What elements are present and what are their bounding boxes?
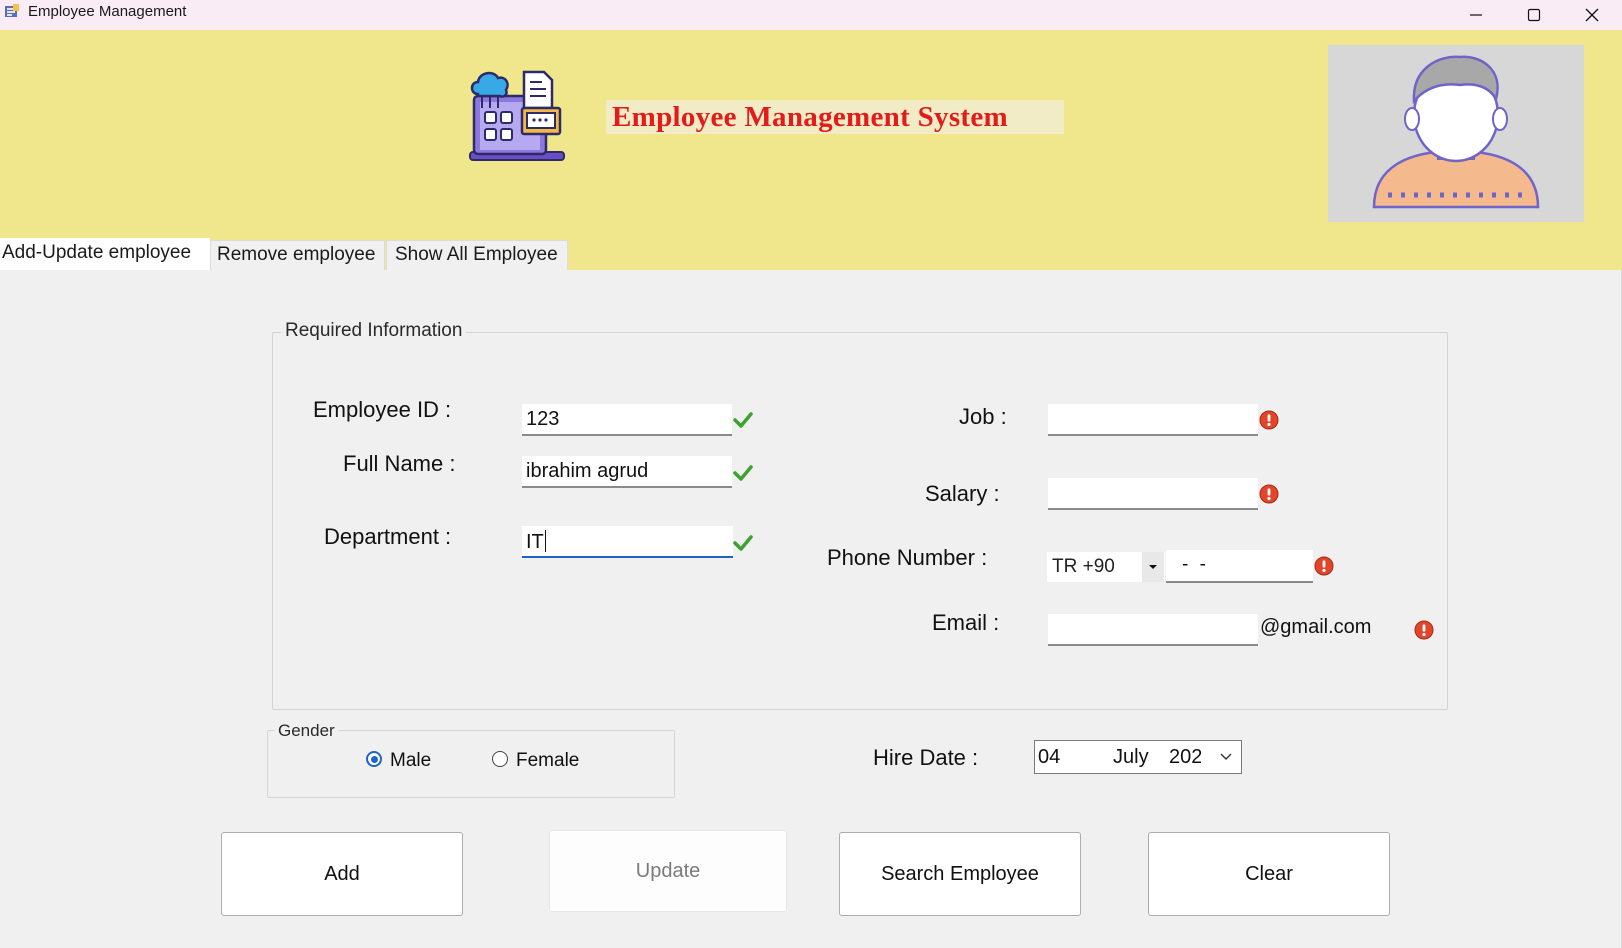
salary-field[interactable]: [1048, 478, 1258, 510]
tab-show-all-employee[interactable]: Show All Employee: [386, 240, 568, 270]
error-icon: [1259, 410, 1279, 430]
app-title-box: Employee Management System: [606, 100, 1064, 134]
minimize-button[interactable]: [1447, 0, 1505, 30]
avatar: [1328, 45, 1584, 222]
close-button[interactable]: [1563, 0, 1621, 30]
hire-date-picker[interactable]: 04 July 202: [1034, 740, 1242, 774]
error-icon: [1414, 620, 1434, 640]
update-button[interactable]: Update: [549, 830, 787, 912]
clear-button[interactable]: Clear: [1148, 832, 1390, 916]
hire-date-year[interactable]: 202: [1169, 746, 1201, 769]
hire-date-day[interactable]: 04: [1038, 746, 1060, 769]
tab-add-update-employee[interactable]: Add-Update employee: [0, 238, 210, 270]
department-value: IT: [526, 531, 544, 553]
hire-date-dropdown-button[interactable]: [1213, 741, 1239, 773]
email-domain-suffix: @gmail.com: [1260, 616, 1372, 638]
window-title: Employee Management: [28, 3, 187, 20]
email-label: Email :: [932, 610, 1000, 635]
email-field[interactable]: [1048, 614, 1258, 646]
app-icon: [5, 4, 19, 17]
maximize-button[interactable]: [1505, 0, 1563, 30]
department-field[interactable]: IT: [522, 526, 733, 558]
job-field[interactable]: [1048, 404, 1258, 436]
gender-male-radio[interactable]: [366, 751, 382, 767]
employee-id-label: Employee ID :: [313, 397, 452, 422]
employee-management-window: Employee Management Employee Management …: [0, 0, 1622, 948]
minimize-icon: [1470, 14, 1482, 16]
hire-date-month[interactable]: July: [1113, 746, 1149, 769]
required-information-legend: Required Information: [281, 320, 467, 342]
app-title: Employee Management System: [612, 101, 1009, 133]
chevron-down-icon: [1220, 753, 1232, 760]
error-icon: [1314, 556, 1334, 576]
text-caret: [544, 530, 546, 552]
caret-down-icon: [1149, 565, 1157, 569]
user-avatar-icon: [1372, 55, 1540, 209]
close-icon: [1585, 8, 1599, 22]
valid-check-icon: [733, 412, 753, 428]
tab-remove-employee[interactable]: Remove employee: [210, 240, 385, 270]
salary-label: Salary :: [925, 481, 1000, 506]
employee-id-value: 123: [526, 408, 560, 430]
department-label: Department :: [324, 524, 452, 549]
tab-content: Required Information Employee ID : 123 F…: [0, 270, 1622, 948]
valid-check-icon: [733, 465, 753, 481]
header-banner: Employee Management System: [0, 30, 1622, 270]
phone-number-field[interactable]: - -: [1166, 550, 1313, 583]
title-bar: Employee Management: [0, 0, 1622, 30]
add-button[interactable]: Add: [221, 832, 463, 916]
country-code-value: TR +90: [1052, 556, 1115, 577]
hire-date-label: Hire Date :: [873, 745, 979, 770]
search-employee-button[interactable]: Search Employee: [839, 832, 1081, 916]
phone-number-label: Phone Number :: [827, 545, 988, 570]
maximize-icon: [1527, 8, 1541, 22]
error-icon: [1259, 484, 1279, 504]
full-name-field[interactable]: ibrahim agrud: [522, 456, 732, 488]
full-name-label: Full Name :: [343, 451, 456, 476]
gender-female-radio[interactable]: [492, 751, 508, 767]
country-code-dropdown-button[interactable]: [1142, 552, 1164, 582]
valid-check-icon: [733, 535, 753, 551]
cloud-computing-laptop-icon: [469, 70, 565, 161]
gender-male-label[interactable]: Male: [390, 750, 431, 772]
required-information-group: Required Information: [272, 320, 1448, 710]
employee-id-field[interactable]: 123: [522, 404, 732, 436]
full-name-value: ibrahim agrud: [526, 460, 649, 482]
gender-legend: Gender: [274, 721, 339, 741]
job-label: Job :: [959, 404, 1007, 429]
gender-female-label[interactable]: Female: [516, 750, 579, 772]
gender-group: Gender: [267, 721, 675, 798]
